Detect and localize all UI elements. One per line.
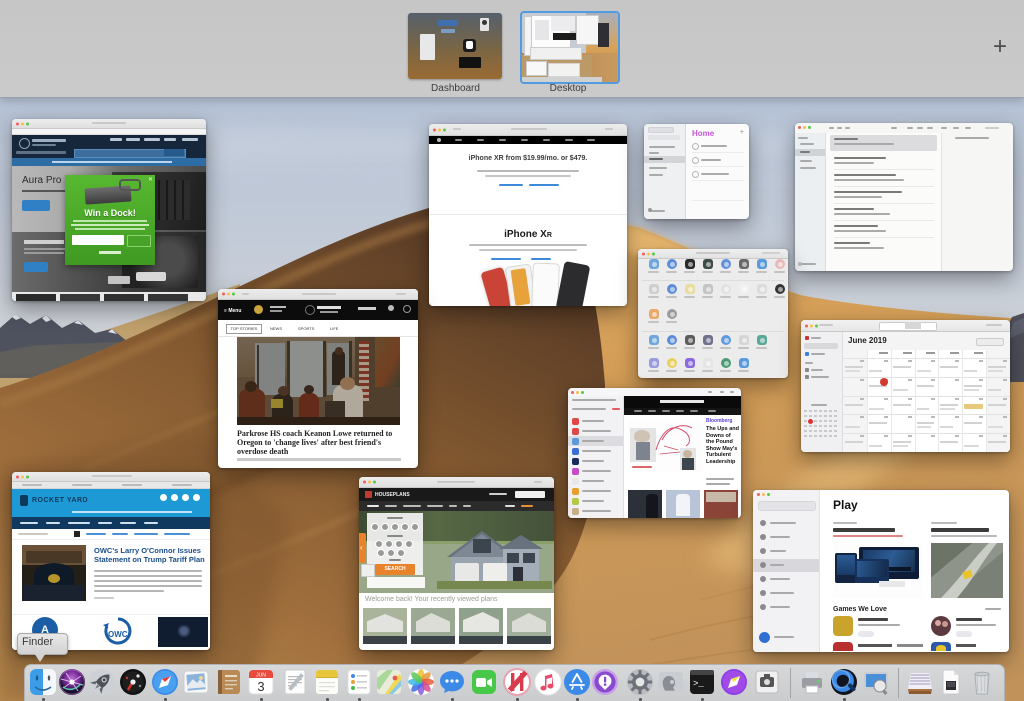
svg-text:OWC: OWC [108, 630, 128, 639]
svg-text:JUN: JUN [256, 673, 266, 679]
svg-text:>_: >_ [693, 679, 704, 689]
svg-text:3: 3 [257, 679, 264, 694]
